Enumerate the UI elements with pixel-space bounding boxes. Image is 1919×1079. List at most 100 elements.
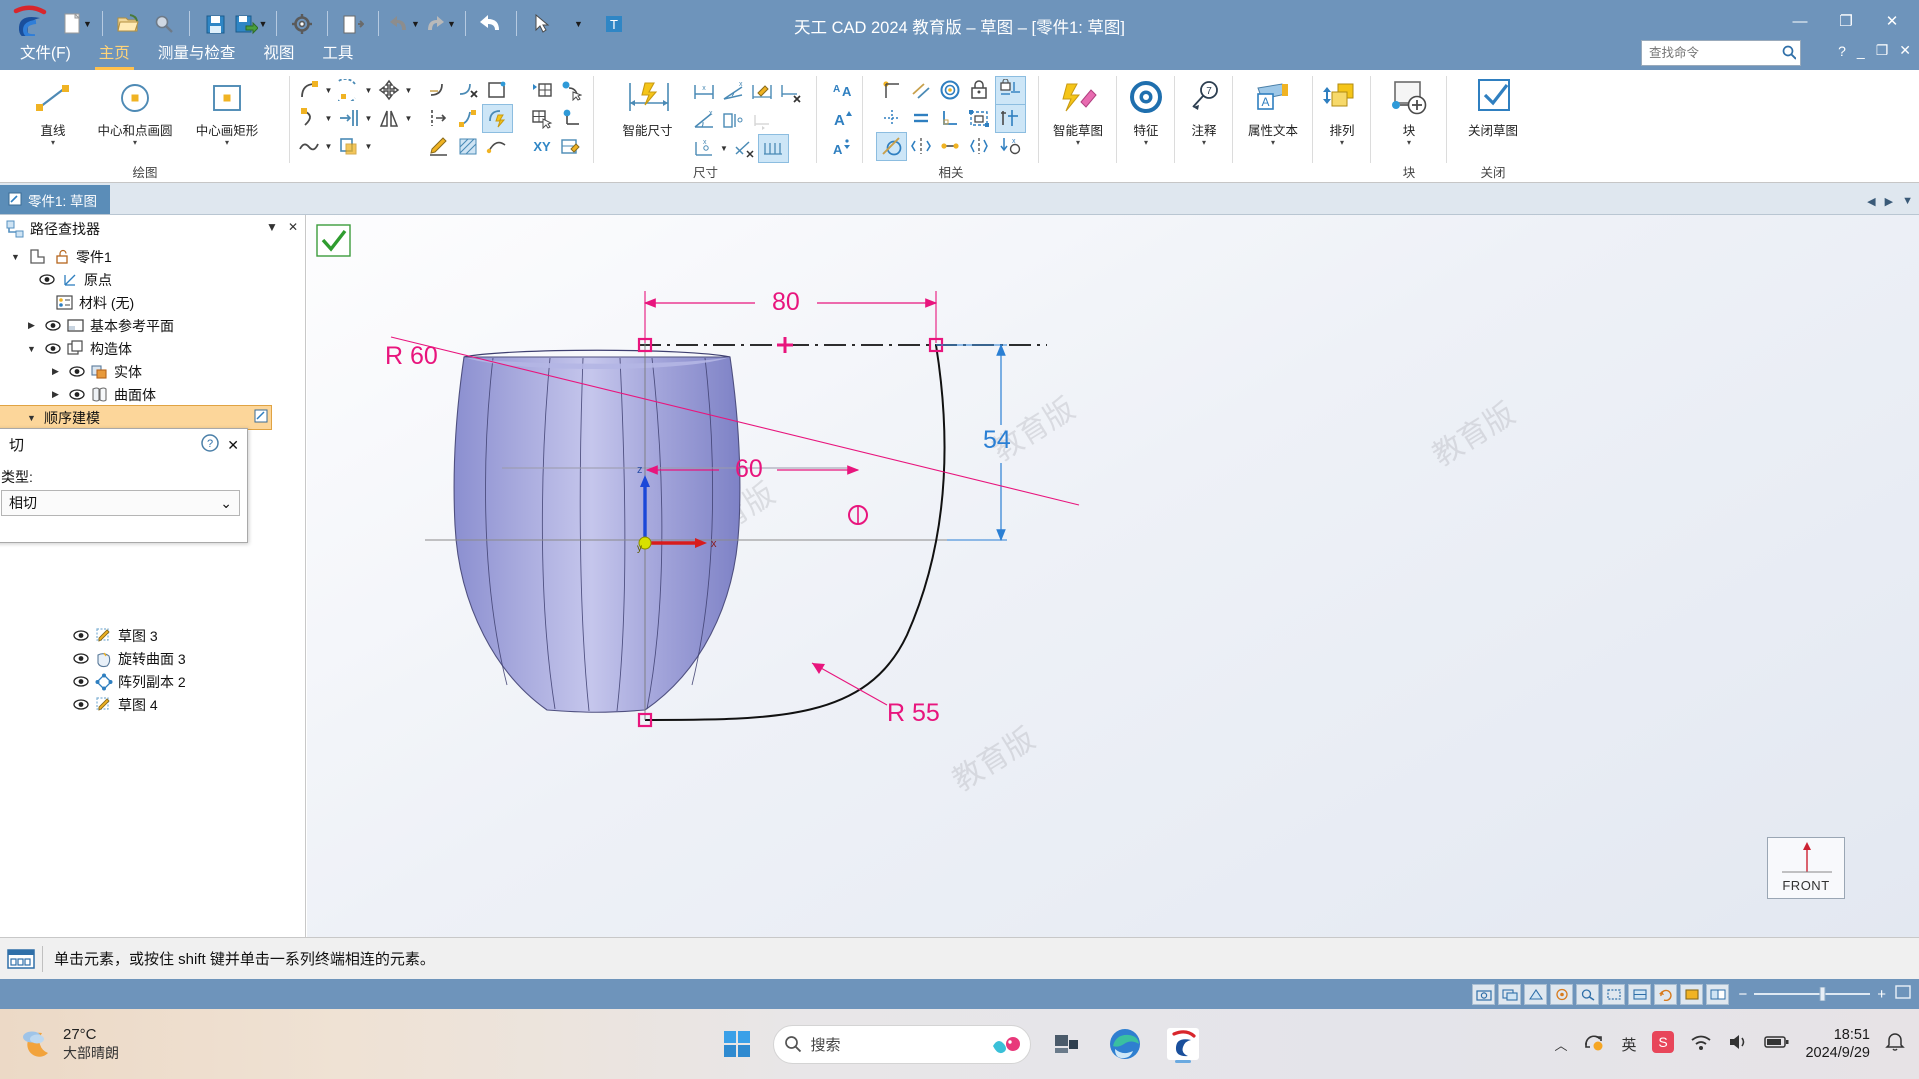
tray-expand-chevron[interactable]: ︿ bbox=[1554, 1035, 1567, 1054]
menu-tab-file[interactable]: 文件(F) bbox=[6, 37, 85, 70]
edit-table-button[interactable] bbox=[556, 133, 585, 160]
arc-tangent-button[interactable] bbox=[294, 77, 323, 104]
lock-icon[interactable] bbox=[52, 247, 71, 266]
visibility-eye-icon[interactable] bbox=[72, 675, 89, 688]
chevron-down-icon[interactable]: ▼ bbox=[403, 114, 414, 123]
minimize-button[interactable]: — bbox=[1777, 4, 1823, 38]
fit-icon[interactable] bbox=[1628, 983, 1652, 1005]
text-size-button[interactable]: A bbox=[826, 105, 855, 132]
chevron-down-icon[interactable]: ▼ bbox=[403, 86, 414, 95]
zoom-in-button[interactable]: + bbox=[1877, 986, 1886, 1003]
cad-viewport[interactable]: 教育版 教育版 教育版 教育版 bbox=[307, 215, 1919, 937]
close-sketch-button[interactable]: 关闭草图 bbox=[1452, 74, 1534, 139]
tab-next-button[interactable]: ▶ bbox=[1885, 195, 1893, 208]
ime-english-icon[interactable]: 英 bbox=[1621, 1034, 1636, 1055]
zoom-slider[interactable]: − + bbox=[1738, 984, 1911, 1004]
extend-button[interactable] bbox=[425, 105, 454, 132]
tree-node-construction[interactable]: ▼ 构造体 bbox=[0, 337, 305, 360]
lock-dimension-button[interactable] bbox=[995, 75, 1026, 105]
tree-node-revolve-surface3[interactable]: 旋转曲面 3 bbox=[0, 647, 305, 670]
chevron-down-icon[interactable]: ▾ bbox=[1340, 139, 1344, 147]
chevron-down-icon[interactable]: ▾ bbox=[51, 139, 55, 147]
arc-center-button[interactable] bbox=[334, 77, 363, 104]
axis-point-button[interactable] bbox=[556, 105, 585, 132]
visibility-eye-icon[interactable] bbox=[44, 342, 61, 355]
copilot-icon[interactable] bbox=[990, 1032, 1020, 1056]
distance-between-button[interactable]: x bbox=[690, 79, 719, 106]
line-tool-button[interactable]: 直线 ▾ bbox=[17, 74, 89, 147]
render-icon[interactable] bbox=[1524, 983, 1548, 1005]
annotation-button[interactable]: 7 注释 ▾ bbox=[1178, 74, 1230, 147]
close-icon[interactable]: ✕ bbox=[227, 437, 239, 454]
relation-handle-button[interactable] bbox=[995, 103, 1026, 133]
rotate-icon[interactable] bbox=[1654, 983, 1678, 1005]
weather-widget[interactable]: 27°C 大部晴朗 bbox=[20, 1026, 119, 1062]
view-style-icon[interactable] bbox=[1706, 983, 1730, 1005]
hatch-button[interactable] bbox=[454, 133, 483, 160]
command-search-box[interactable] bbox=[1641, 40, 1801, 66]
arrange-button[interactable]: 排列 ▾ bbox=[1316, 74, 1368, 147]
taskbar-search-box[interactable]: 搜索 bbox=[772, 1024, 1031, 1064]
edge-browser-icon[interactable] bbox=[1103, 1022, 1147, 1066]
tree-node-origin[interactable]: 原点 bbox=[0, 268, 305, 291]
tree-node-reference-planes[interactable]: ▶ 基本参考平面 bbox=[0, 314, 305, 337]
layers-icon[interactable] bbox=[1498, 983, 1522, 1005]
text-style-button[interactable]: AA bbox=[826, 77, 855, 104]
chevron-down-icon[interactable]: ▾ bbox=[1202, 139, 1206, 147]
twisty-icon[interactable]: ▶ bbox=[24, 320, 39, 331]
notification-icon[interactable] bbox=[1885, 1032, 1905, 1057]
twisty-icon[interactable]: ▼ bbox=[24, 413, 39, 423]
battery-icon[interactable] bbox=[1764, 1032, 1790, 1057]
visibility-eye-icon[interactable] bbox=[38, 273, 55, 286]
sync-icon[interactable] bbox=[1582, 1031, 1606, 1058]
angle-dimension-button[interactable]: x bbox=[719, 79, 748, 106]
delete-dimension-button[interactable] bbox=[777, 79, 806, 106]
tree-node-surface[interactable]: ▶ 曲面体 bbox=[0, 383, 305, 406]
equal-button[interactable] bbox=[906, 105, 935, 132]
chevron-down-icon[interactable]: ▾ bbox=[1407, 139, 1411, 147]
auto-relation-button[interactable]: x bbox=[996, 133, 1025, 160]
block-button[interactable]: 块 ▾ bbox=[1378, 74, 1440, 147]
ribbon-restore-button[interactable]: ❐ bbox=[1876, 42, 1889, 59]
close-icon[interactable]: ✕ bbox=[288, 220, 298, 234]
region-button[interactable] bbox=[334, 133, 363, 160]
chevron-down-icon[interactable]: ▼ bbox=[411, 19, 420, 29]
parallel-button[interactable] bbox=[906, 77, 935, 104]
tab-list-button[interactable]: ▼ bbox=[1902, 195, 1913, 208]
arc-3point-button[interactable] bbox=[294, 105, 323, 132]
smart-sketch-button[interactable]: 智能草图 ▾ bbox=[1042, 74, 1114, 147]
circle-tool-button[interactable]: 中心和点画圆 ▾ bbox=[89, 74, 181, 147]
chevron-down-icon[interactable]: ▼ bbox=[363, 114, 374, 123]
chevron-down-icon[interactable]: ▾ bbox=[1076, 139, 1080, 147]
chevron-down-icon[interactable]: ▾ bbox=[1271, 139, 1275, 147]
chevron-down-icon[interactable]: ▼ bbox=[719, 144, 730, 153]
dimension-label-80[interactable]: 80 bbox=[772, 288, 800, 317]
task-view-icon[interactable] bbox=[1045, 1022, 1089, 1066]
twisty-icon[interactable]: ▼ bbox=[24, 344, 39, 354]
tree-node-sequential-modeling[interactable]: ▼ 顺序建模 bbox=[0, 405, 272, 430]
draw-pencil-button[interactable] bbox=[425, 133, 454, 160]
menu-tab-view[interactable]: 视图 bbox=[249, 37, 308, 70]
ribbon-minimize-button[interactable]: _ bbox=[1857, 43, 1865, 59]
twisty-icon[interactable]: ▼ bbox=[8, 252, 23, 262]
connect-point-button[interactable] bbox=[877, 105, 906, 132]
connect-button[interactable] bbox=[483, 133, 512, 160]
chevron-down-icon[interactable]: ⌄ bbox=[220, 495, 232, 512]
tangent-button[interactable] bbox=[876, 131, 907, 161]
smart-fill-button[interactable] bbox=[481, 103, 513, 133]
mirror-button[interactable] bbox=[374, 105, 403, 132]
menu-tab-home[interactable]: 主页 bbox=[85, 37, 144, 70]
menu-tab-measure[interactable]: 测量与检查 bbox=[144, 37, 250, 70]
volume-icon[interactable] bbox=[1727, 1032, 1749, 1057]
shade-icon[interactable] bbox=[1680, 983, 1704, 1005]
tab-prev-button[interactable]: ◀ bbox=[1867, 195, 1875, 208]
fillet-button[interactable] bbox=[425, 77, 454, 104]
visibility-eye-icon[interactable] bbox=[72, 652, 89, 665]
view-orientation-cube[interactable]: FRONT bbox=[1767, 837, 1845, 899]
dimension-label-54[interactable]: 54 bbox=[983, 426, 1011, 455]
tree-node-part1[interactable]: ▼ 零件1 bbox=[0, 245, 305, 268]
visibility-eye-icon[interactable] bbox=[68, 365, 85, 378]
angle-between-button[interactable]: x bbox=[690, 107, 719, 134]
zoom-area-icon[interactable] bbox=[1576, 983, 1600, 1005]
chevron-down-icon[interactable]: ▼ bbox=[574, 19, 583, 29]
